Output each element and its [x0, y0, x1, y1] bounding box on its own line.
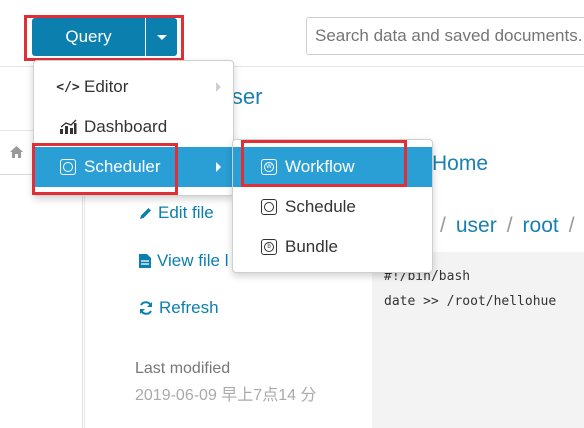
menu-item-label: Editor [84, 77, 129, 96]
breadcrumb-user[interactable]: user [456, 214, 497, 238]
bundle-icon: b [259, 237, 279, 257]
menu-item-editor[interactable]: </> Editor [34, 67, 233, 107]
edit-file-label: Edit file [158, 203, 214, 222]
menu-item-dashboard[interactable]: Dashboard [34, 107, 233, 147]
menu-item-label: Bundle [285, 237, 338, 256]
menu-item-schedule[interactable]: Schedule [233, 187, 432, 227]
file-content-viewer: #!/bin/bash date >> /root/hellohue [372, 252, 584, 428]
chevron-right-icon [216, 82, 221, 92]
chart-icon [58, 117, 78, 137]
search-input[interactable] [306, 17, 584, 55]
last-modified-label: Last modified [135, 360, 231, 377]
highlight-workflow [241, 140, 407, 187]
breadcrumb-separator: / [568, 214, 575, 237]
edit-file-action[interactable]: Edit file [138, 203, 214, 223]
breadcrumb-separator: / [440, 214, 446, 237]
code-icon: </> [56, 79, 80, 95]
refresh-label: Refresh [159, 298, 219, 317]
highlight-query [24, 15, 184, 61]
highlight-scheduler [32, 143, 178, 195]
breadcrumb-separator: / [506, 214, 513, 237]
code-line: date >> /root/hellohue [384, 294, 557, 309]
schedule-icon [259, 197, 279, 217]
chevron-right-icon [216, 162, 221, 172]
view-file-label: View file l [157, 251, 229, 270]
menu-item-label: Dashboard [84, 117, 168, 136]
breadcrumb-root[interactable]: root [523, 214, 559, 238]
home-icon [10, 146, 23, 158]
pencil-icon [140, 207, 151, 219]
refresh-icon [140, 301, 152, 315]
home-breadcrumb-link[interactable]: Home [432, 152, 488, 176]
last-modified-value: 2019-06-09 早上7点14 分 [135, 387, 317, 404]
breadcrumb: / user / root / [440, 214, 575, 238]
view-file-action[interactable]: View file l [138, 251, 229, 271]
refresh-action[interactable]: Refresh [138, 298, 219, 318]
file-icon [139, 254, 151, 268]
menu-item-label: Schedule [285, 197, 356, 216]
menu-item-bundle[interactable]: b Bundle [233, 227, 432, 267]
